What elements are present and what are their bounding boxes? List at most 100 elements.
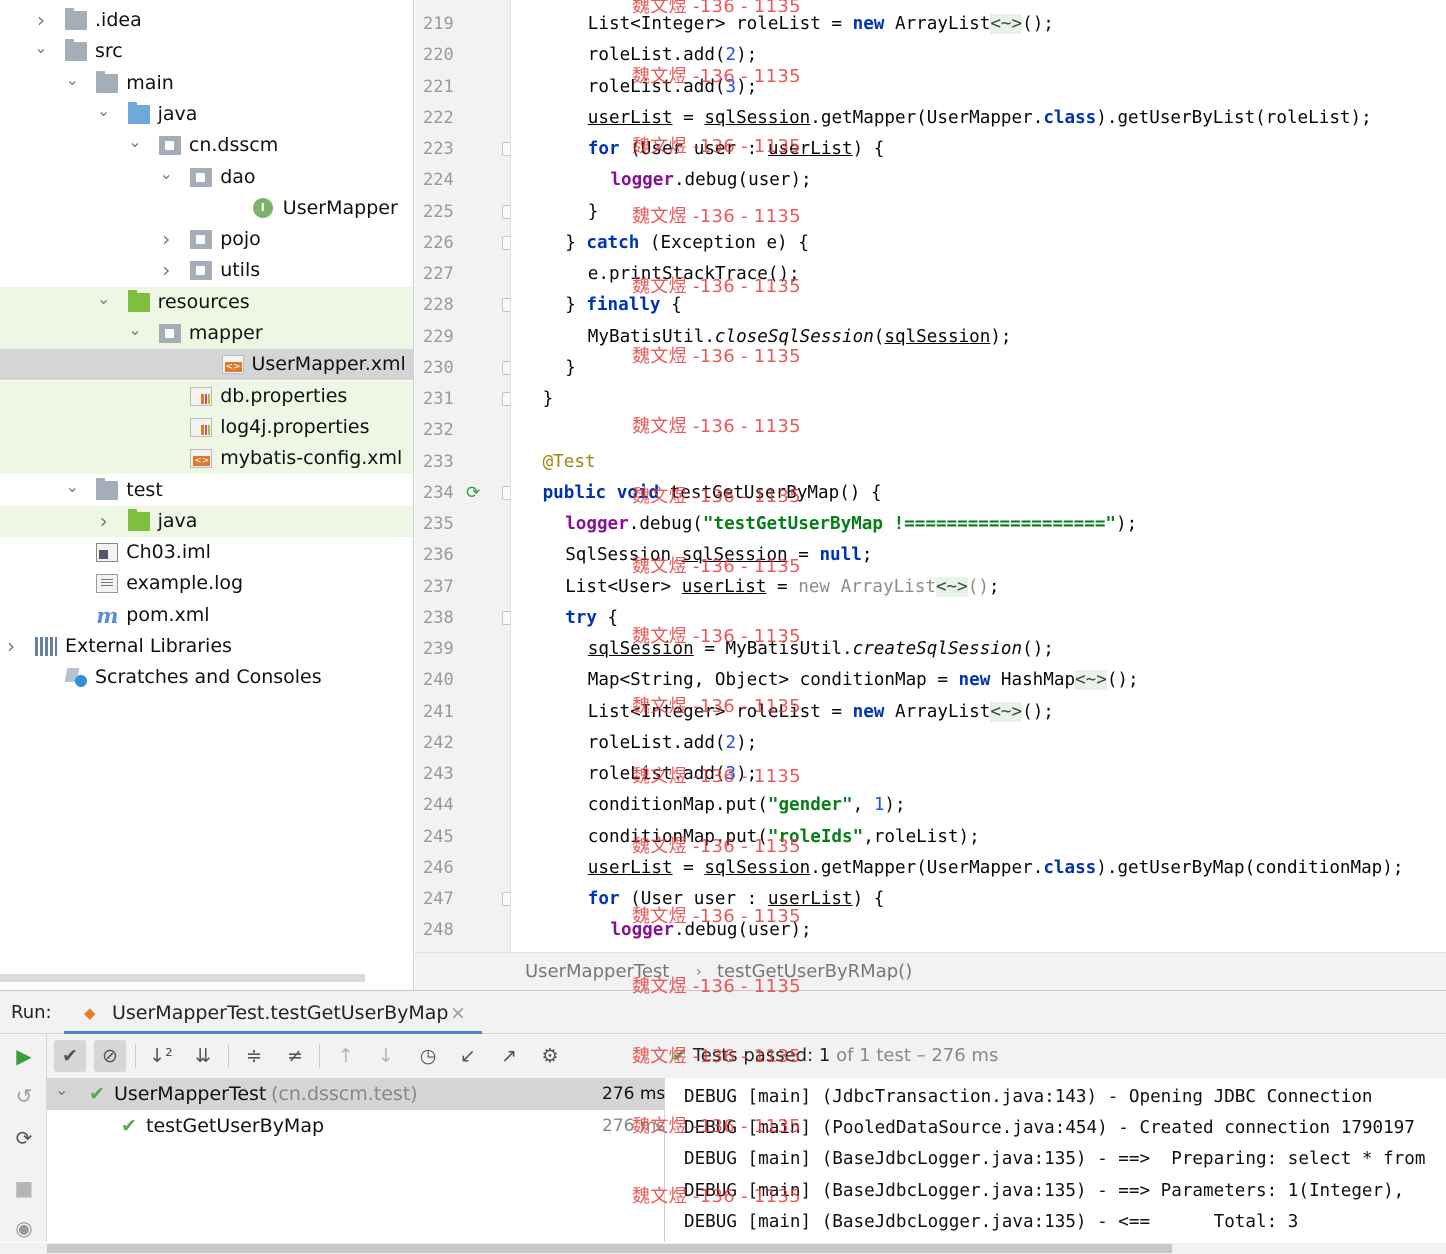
tree-node[interactable]: ⌄ main <box>0 68 413 99</box>
test-duration: 276 ms <box>602 1116 666 1136</box>
code-line: } finally { <box>565 295 682 316</box>
tree-node[interactable]: db.properties <box>0 380 413 412</box>
code-line: conditionMap.put("gender", 1); <box>587 795 906 816</box>
code-editor[interactable]: List<Integer> roleList = new ArrayList<~… <box>512 0 1446 952</box>
code-line: } catch (Exception e) { <box>565 232 809 253</box>
chevron-right-icon[interactable]: › <box>159 224 173 255</box>
chevron-down-icon[interactable]: ⌄ <box>97 99 111 130</box>
collapse-all-icon[interactable]: ≠ <box>279 1040 311 1072</box>
chevron-down-icon[interactable]: ⌄ <box>97 287 111 318</box>
chevron-down-icon[interactable]: ⌄ <box>34 36 48 67</box>
fold-marker-icon[interactable] <box>502 235 510 250</box>
rerun-icon[interactable]: ▶ <box>12 1044 36 1068</box>
chevron-right-icon[interactable]: › <box>97 506 111 537</box>
tree-node-label: java <box>157 102 198 125</box>
tree-node[interactable]: › External Libraries <box>0 631 413 662</box>
line-number: 246 <box>423 857 454 878</box>
camera-icon[interactable]: ◉ <box>12 1216 36 1240</box>
fold-marker-icon[interactable] <box>502 485 510 500</box>
tree-node[interactable]: › java <box>0 505 413 537</box>
history-icon[interactable]: ◷ <box>412 1040 444 1072</box>
resources-folder-icon <box>127 289 150 312</box>
tree-node[interactable]: ⌄ dao <box>0 162 413 193</box>
test-package: (cn.dsscm.test) <box>271 1083 418 1105</box>
import-tests-icon[interactable]: ↙ <box>452 1040 484 1072</box>
code-line: e.printStackTrace(); <box>587 264 800 284</box>
stop-icon[interactable]: ■ <box>12 1176 36 1200</box>
tree-node-label: Scratches and Consoles <box>95 666 322 689</box>
maven-icon: m <box>96 602 119 628</box>
run-test-gutter-icon[interactable]: ⟳ <box>466 483 486 503</box>
run-tool-window-header: Run: ◆ UserMapperTest.testGetUserByMap × <box>0 990 1446 1034</box>
sort-by-duration-icon[interactable]: ⇊ <box>187 1040 219 1072</box>
chevron-down-icon[interactable]: ⌄ <box>65 68 79 99</box>
sort-alphabetically-icon[interactable]: ↓² <box>145 1040 177 1072</box>
breadcrumb-method[interactable]: testGetUserByRMap() <box>717 953 912 991</box>
code-line: logger.debug(user); <box>610 920 812 941</box>
chevron-right-icon[interactable]: › <box>159 255 173 286</box>
tree-node[interactable]: m pom.xml <box>0 600 413 631</box>
tree-node[interactable]: ⌄ resources <box>0 286 413 318</box>
line-number: 219 <box>423 14 454 34</box>
tree-node[interactable]: ⌄ test <box>0 475 413 506</box>
line-number: 244 <box>423 795 454 816</box>
tree-node[interactable]: ⌄ src <box>0 36 413 67</box>
chevron-down-icon[interactable]: ⌄ <box>128 130 142 161</box>
tree-node[interactable]: › .idea <box>0 5 413 36</box>
chevron-down-icon[interactable]: ⌄ <box>65 475 79 506</box>
fold-marker-icon[interactable] <box>502 142 510 156</box>
tree-node[interactable]: example.log <box>0 568 413 599</box>
rerun-failed-icon[interactable]: ↺ <box>12 1084 36 1108</box>
fold-marker-icon[interactable] <box>502 360 510 375</box>
test-result-row[interactable]: ✔ testGetUserByMap 276 ms <box>47 1110 665 1142</box>
horizontal-scrollbar[interactable] <box>0 1243 1446 1254</box>
iml-file-icon <box>96 543 119 563</box>
settings-gear-icon[interactable]: ⚙ <box>534 1040 566 1072</box>
interface-icon: I <box>252 197 273 218</box>
tree-node[interactable]: ⌄ cn.dsscm <box>0 130 413 161</box>
status-suffix: of 1 test – 276 ms <box>836 1045 999 1066</box>
tree-node[interactable]: I UserMapper <box>0 193 413 224</box>
toggle-auto-test-icon[interactable]: ⟳ <box>12 1126 36 1150</box>
code-line: conditionMap.put("roleIds",roleList); <box>587 826 980 847</box>
run-config-tab[interactable]: ◆ UserMapperTest.testGetUserByMap × <box>64 991 482 1034</box>
scrollbar-thumb[interactable] <box>47 1244 1172 1253</box>
breadcrumb-class[interactable]: UserMapperTest <box>525 953 669 991</box>
line-number: 234 <box>423 482 454 503</box>
previous-failed-icon[interactable]: ↑ <box>330 1040 362 1072</box>
tree-node[interactable]: mybatis-config.xml <box>0 443 413 475</box>
show-ignored-icon[interactable]: ⊘ <box>94 1040 126 1072</box>
chevron-down-icon[interactable]: ⌄ <box>159 162 173 193</box>
code-line: userList = sqlSession.getMapper(UserMapp… <box>587 107 1372 128</box>
tree-node[interactable]: Scratches and Consoles <box>0 662 413 693</box>
fold-marker-icon[interactable] <box>502 298 510 313</box>
tree-node[interactable]: ⌄ mapper <box>0 318 413 349</box>
tree-node-label: pom.xml <box>126 603 210 626</box>
chevron-right-icon[interactable]: › <box>4 631 18 662</box>
export-tests-icon[interactable]: ↗ <box>493 1040 525 1072</box>
package-icon <box>190 261 213 281</box>
properties-file-icon <box>190 386 213 406</box>
next-failed-icon[interactable]: ↓ <box>370 1040 402 1072</box>
fold-marker-icon[interactable] <box>502 892 510 906</box>
tree-node[interactable]: › pojo <box>0 224 413 255</box>
chevron-down-icon[interactable]: ⌄ <box>128 318 142 349</box>
tree-node[interactable]: UserMapper.xml <box>0 349 413 381</box>
tree-node[interactable]: › utils <box>0 255 413 286</box>
expand-all-icon[interactable]: ≑ <box>238 1040 270 1072</box>
tree-node[interactable]: log4j.properties <box>0 411 413 443</box>
tree-node[interactable]: Ch03.iml <box>0 537 413 568</box>
show-passed-icon[interactable]: ✔ <box>54 1040 86 1072</box>
project-tree-scrollbar[interactable] <box>0 974 365 982</box>
line-number: 241 <box>423 701 454 722</box>
package-icon <box>158 136 181 156</box>
chevron-down-icon[interactable]: ⌄ <box>55 1074 68 1106</box>
tree-node[interactable]: ⌄ java <box>0 99 413 130</box>
fold-marker-icon[interactable] <box>502 392 510 406</box>
console-output[interactable]: DEBUG [main] (JdbcTransaction.java:143) … <box>666 1078 1446 1242</box>
chevron-right-icon[interactable]: › <box>34 5 48 36</box>
fold-marker-icon[interactable] <box>502 610 510 625</box>
close-tab-icon[interactable]: × <box>450 991 466 1035</box>
test-result-row[interactable]: ⌄ ✔ UserMapperTest (cn.dsscm.test) 276 ms <box>47 1078 665 1110</box>
fold-marker-icon[interactable] <box>502 204 510 219</box>
